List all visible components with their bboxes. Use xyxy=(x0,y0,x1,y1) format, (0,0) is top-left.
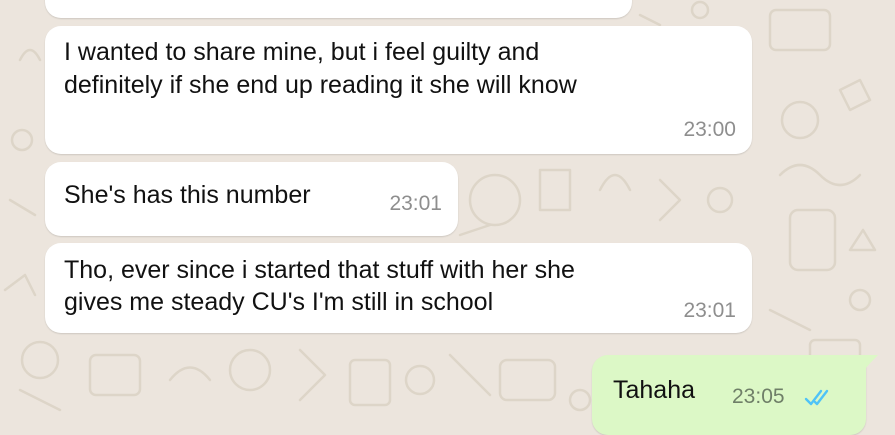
message-timestamp: 23:00 xyxy=(683,118,736,141)
message-text-line: gives me steady CU's I'm still in school xyxy=(64,288,494,316)
outgoing-bubble-tail xyxy=(865,355,878,369)
incoming-message-bubble[interactable]: Tho, ever since i started that stuff wit… xyxy=(45,243,752,333)
message-text-line: I wanted to share mine, but i feel guilt… xyxy=(64,38,540,66)
message-text: She's has this number xyxy=(64,181,311,209)
incoming-message-bubble[interactable]: She's has this number 23:01 xyxy=(45,162,458,236)
outgoing-message-bubble[interactable]: Tahaha 23:05 xyxy=(592,355,866,435)
message-text: Tahaha xyxy=(613,376,696,404)
message-timestamp: 23:01 xyxy=(683,299,736,322)
incoming-message-bubble[interactable] xyxy=(45,0,632,18)
message-timestamp: 23:05 xyxy=(732,385,785,408)
message-timestamp: 23:01 xyxy=(389,192,442,215)
message-text-line: Tho, ever since i started that stuff wit… xyxy=(64,256,575,284)
incoming-message-bubble[interactable]: I wanted to share mine, but i feel guilt… xyxy=(45,26,752,154)
message-text-line: definitely if she end up reading it she … xyxy=(64,71,577,99)
double-check-read-icon xyxy=(804,385,832,416)
